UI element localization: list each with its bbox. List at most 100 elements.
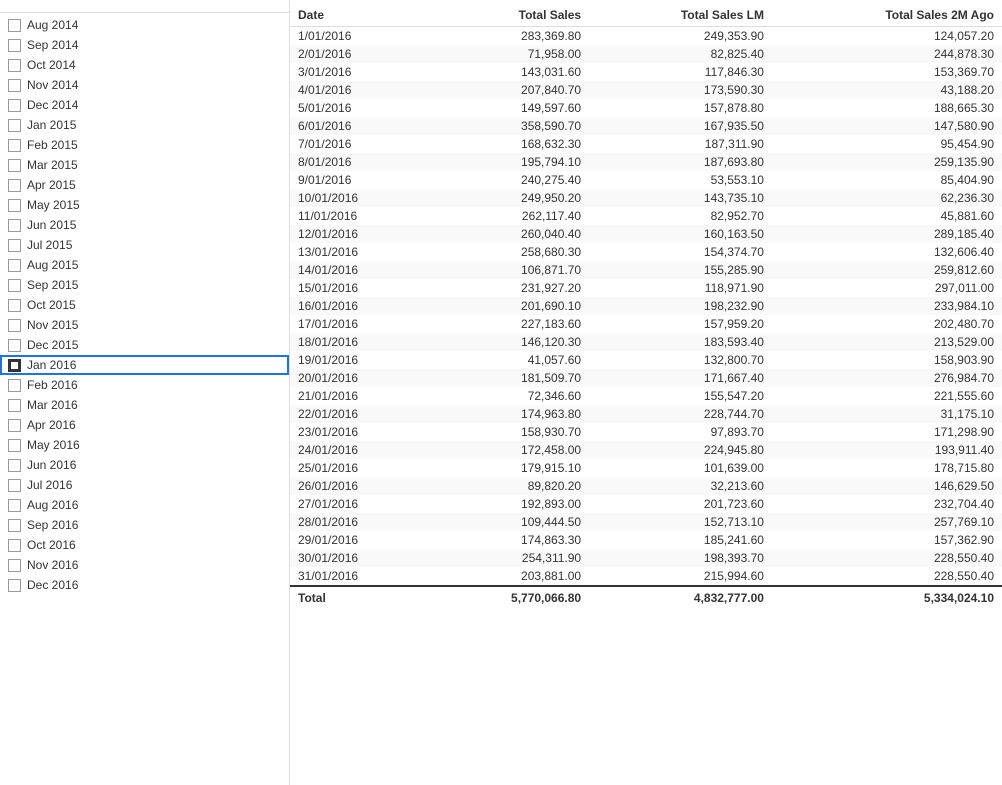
list-item[interactable]: Nov 2016 [0,555,289,575]
table-cell: 231,927.20 [430,279,589,297]
checkbox[interactable] [8,499,21,512]
list-item[interactable]: Mar 2015 [0,155,289,175]
table-cell: 203,881.00 [430,567,589,586]
table-cell: 22/01/2016 [290,405,430,423]
checkbox[interactable] [8,99,21,112]
list-item[interactable]: Feb 2015 [0,135,289,155]
table-cell: 4/01/2016 [290,81,430,99]
list-item[interactable]: Aug 2014 [0,15,289,35]
left-panel: Aug 2014Sep 2014Oct 2014Nov 2014Dec 2014… [0,0,290,785]
checkbox[interactable] [8,79,21,92]
table-row: 17/01/2016227,183.60157,959.20202,480.70 [290,315,1002,333]
list-item-label: Nov 2015 [27,318,78,332]
checkbox[interactable] [8,379,21,392]
list-item[interactable]: Jan 2015 [0,115,289,135]
list-item[interactable]: Jan 2016 [0,355,289,375]
checkbox[interactable] [8,279,21,292]
checkbox[interactable] [8,19,21,32]
list-item[interactable]: Jun 2016 [0,455,289,475]
checkbox[interactable] [8,419,21,432]
checkbox[interactable] [8,359,21,372]
table-cell: 221,555.60 [772,387,1002,405]
list-item-label: Jul 2016 [27,478,72,492]
checkbox[interactable] [8,159,21,172]
table-row: 7/01/2016168,632.30187,311.9095,454.90 [290,135,1002,153]
list-item[interactable]: Oct 2016 [0,535,289,555]
list-item[interactable]: Apr 2015 [0,175,289,195]
table-cell: 20/01/2016 [290,369,430,387]
table-cell: 167,935.50 [589,117,772,135]
list-item[interactable]: Apr 2016 [0,415,289,435]
checkbox[interactable] [8,259,21,272]
checkbox[interactable] [8,39,21,52]
list-item[interactable]: Nov 2015 [0,315,289,335]
list-item-label: Feb 2015 [27,138,78,152]
table-row: 4/01/2016207,840.70173,590.3043,188.20 [290,81,1002,99]
list-item[interactable]: Aug 2015 [0,255,289,275]
table-cell: 71,958.00 [430,45,589,63]
table-cell: 259,135.90 [772,153,1002,171]
checkbox[interactable] [8,459,21,472]
table-cell: 215,994.60 [589,567,772,586]
table-cell: 158,903.90 [772,351,1002,369]
list-item[interactable]: Feb 2016 [0,375,289,395]
checkbox[interactable] [8,59,21,72]
table-cell: 154,374.70 [589,243,772,261]
checkbox[interactable] [8,299,21,312]
checkbox[interactable] [8,579,21,592]
table-cell: 146,120.30 [430,333,589,351]
table-cell: 257,769.10 [772,513,1002,531]
list-item-label: Aug 2015 [27,258,78,272]
checkbox[interactable] [8,119,21,132]
checkbox[interactable] [8,539,21,552]
list-item[interactable]: Jul 2015 [0,235,289,255]
table-cell: 8/01/2016 [290,153,430,171]
table-cell: 258,680.30 [430,243,589,261]
list-item[interactable]: Dec 2015 [0,335,289,355]
list-item[interactable]: Sep 2015 [0,275,289,295]
checkbox[interactable] [8,339,21,352]
checkbox[interactable] [8,439,21,452]
checkbox[interactable] [8,199,21,212]
list-item[interactable]: Sep 2016 [0,515,289,535]
table-cell: 106,871.70 [430,261,589,279]
list-item[interactable]: Mar 2016 [0,395,289,415]
table-cell: 179,915.10 [430,459,589,477]
table-cell: 155,547.20 [589,387,772,405]
checkbox[interactable] [8,239,21,252]
checkbox[interactable] [8,319,21,332]
table-row: 20/01/2016181,509.70171,667.40276,984.70 [290,369,1002,387]
list-item[interactable]: Jun 2015 [0,215,289,235]
list-item[interactable]: May 2016 [0,435,289,455]
checkbox[interactable] [8,219,21,232]
table-row: 2/01/201671,958.0082,825.40244,878.30 [290,45,1002,63]
list-item[interactable]: Dec 2016 [0,575,289,595]
list-item-label: Jan 2015 [27,118,76,132]
list-item[interactable]: Nov 2014 [0,75,289,95]
table-cell: 185,241.60 [589,531,772,549]
checkbox[interactable] [8,559,21,572]
checkbox[interactable] [8,399,21,412]
table-cell: 283,369.80 [430,27,589,46]
table-cell: 7/01/2016 [290,135,430,153]
table-cell: 152,713.10 [589,513,772,531]
checkbox[interactable] [8,139,21,152]
list-item[interactable]: Jul 2016 [0,475,289,495]
table-cell: 143,031.60 [430,63,589,81]
list-item[interactable]: Aug 2016 [0,495,289,515]
checkbox[interactable] [8,519,21,532]
list-item-label: Sep 2015 [27,278,78,292]
table-cell: 173,590.30 [589,81,772,99]
list-item[interactable]: Dec 2014 [0,95,289,115]
checkbox[interactable] [8,179,21,192]
list-item[interactable]: Oct 2015 [0,295,289,315]
table-cell: 9/01/2016 [290,171,430,189]
table-row: 10/01/2016249,950.20143,735.1062,236.30 [290,189,1002,207]
table-cell: 240,275.40 [430,171,589,189]
table-row: 1/01/2016283,369.80249,353.90124,057.20 [290,27,1002,46]
checkbox[interactable] [8,479,21,492]
table-cell: 27/01/2016 [290,495,430,513]
list-item[interactable]: Sep 2014 [0,35,289,55]
list-item[interactable]: May 2015 [0,195,289,215]
list-item[interactable]: Oct 2014 [0,55,289,75]
